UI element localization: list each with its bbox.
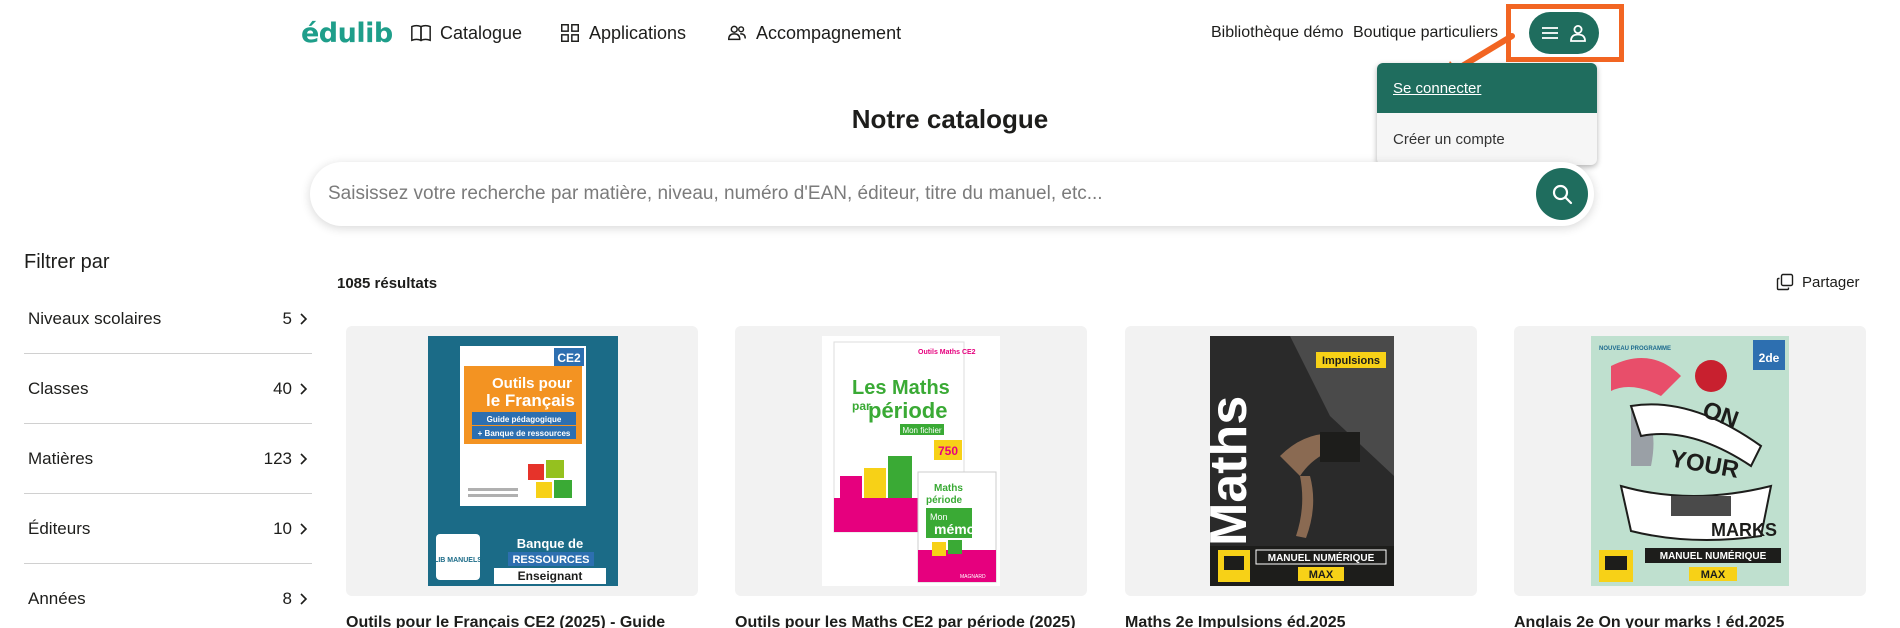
- product-title[interactable]: Outils pour le Français CE2 (2025) - Gui…: [346, 614, 665, 628]
- product-card[interactable]: NOUVEAU PROGRAMME 2de ON YOUR MARKS MANU…: [1514, 326, 1866, 596]
- cover-title-3: période: [868, 398, 947, 423]
- search-input[interactable]: [328, 172, 1508, 216]
- cover-sub: Mon fichier: [902, 426, 941, 435]
- filter-title: Filtrer par: [24, 251, 110, 273]
- edulib-logo[interactable]: édulib: [301, 18, 393, 49]
- cover-art: Outils Maths CE2 Les Maths par période M…: [822, 336, 1000, 586]
- cover-brand: Impulsions: [1322, 355, 1380, 367]
- filter-count: 8: [282, 589, 292, 608]
- cover-title-1: Outils pour: [492, 375, 572, 392]
- nav-catalogue[interactable]: Catalogue: [410, 22, 522, 44]
- users-icon: [728, 25, 746, 41]
- cover-bottom-3: Enseignant: [518, 569, 583, 583]
- filter-label: Classes: [28, 378, 89, 398]
- filter-niveaux-scolaires[interactable]: Niveaux scolaires 5: [24, 284, 312, 354]
- results-count: 1085 résultats: [337, 275, 438, 292]
- chevron-right-icon: [300, 382, 308, 395]
- cover-sub-2: + Banque de ressources: [478, 429, 571, 438]
- filter-count: 40: [273, 378, 292, 398]
- apps-grid-icon: [561, 24, 579, 42]
- share-button[interactable]: Partager: [1776, 273, 1860, 291]
- book-icon: [411, 24, 431, 42]
- cover-badge: 750: [938, 444, 958, 458]
- filter-annees[interactable]: Années 8: [24, 564, 312, 628]
- nav-applications-label: Applications: [589, 22, 687, 43]
- account-menu-button[interactable]: [1529, 12, 1599, 54]
- filter-editeurs[interactable]: Éditeurs 10: [24, 494, 312, 564]
- cover-art: CE2 Outils pour le Français Guide pédago…: [428, 336, 618, 586]
- cover-title-1: Les Maths: [852, 377, 950, 399]
- cover-label: MANUEL NUMÉRIQUE: [1660, 549, 1767, 562]
- cover-top: Outils Maths CE2: [918, 349, 976, 356]
- nav-accompagnement[interactable]: Accompagnement: [726, 22, 901, 44]
- user-icon: [1570, 25, 1586, 42]
- filter-label: Niveaux scolaires: [28, 308, 162, 328]
- filter-count: 10: [273, 518, 292, 538]
- book-cover-image: NOUVEAU PROGRAMME 2de ON YOUR MARKS MANU…: [1591, 336, 1789, 586]
- product-card[interactable]: Impulsions Maths MANUEL NUMÉRIQUE MAX: [1125, 326, 1477, 596]
- cover-big-title: Maths: [1210, 396, 1258, 546]
- nav-applications[interactable]: Applications: [559, 22, 686, 44]
- filter-count: 123: [263, 448, 292, 468]
- product-card[interactable]: CE2 Outils pour le Français Guide pédago…: [346, 326, 698, 596]
- cover-level: CE2: [557, 351, 581, 365]
- cover-art: NOUVEAU PROGRAMME 2de ON YOUR MARKS MANU…: [1591, 336, 1789, 586]
- chevron-right-icon: [300, 522, 308, 535]
- cover-word-3: MARKS: [1711, 520, 1777, 540]
- product-title[interactable]: Maths 2e Impulsions éd.2025: [1125, 614, 1346, 628]
- lib-manuels-badge: LIB MANUELS: [434, 557, 482, 564]
- nav-catalogue-label: Catalogue: [440, 22, 523, 43]
- cover-level: 2de: [1759, 351, 1780, 365]
- cover-art: Impulsions Maths MANUEL NUMÉRIQUE MAX: [1210, 336, 1394, 586]
- book-cover-image: Outils Maths CE2 Les Maths par période M…: [822, 336, 1000, 586]
- cover-bottom-1: Banque de: [517, 536, 583, 551]
- memo-label-2: mémo: [934, 521, 975, 537]
- search-icon: [1552, 184, 1573, 205]
- nav-accompagnement-label: Accompagnement: [756, 22, 902, 43]
- cover-label: MANUEL NUMÉRIQUE: [1268, 551, 1375, 564]
- cover-top: NOUVEAU PROGRAMME: [1599, 346, 1671, 352]
- product-card[interactable]: Outils Maths CE2 Les Maths par période M…: [735, 326, 1087, 596]
- cover-sub: MAX: [1309, 569, 1334, 581]
- filter-list: Niveaux scolaires 5 Classes 40 Matières …: [24, 284, 312, 628]
- page-title: Notre catalogue: [851, 104, 1049, 134]
- filter-matieres[interactable]: Matières 123: [24, 424, 312, 494]
- search-bar: [310, 162, 1594, 226]
- cover-sub: MAX: [1701, 569, 1726, 581]
- cover-sub-1: Guide pédagogique: [487, 415, 562, 424]
- memo-publisher: MAGNARD: [960, 574, 986, 580]
- filter-label: Éditeurs: [28, 518, 91, 538]
- memo-title-2: période: [926, 495, 963, 506]
- search-button[interactable]: [1536, 168, 1588, 220]
- hamburger-icon: [1542, 27, 1558, 39]
- chevron-right-icon: [300, 593, 308, 605]
- chevron-right-icon: [300, 312, 308, 325]
- product-title[interactable]: Outils pour les Maths CE2 par période (2…: [735, 614, 1076, 628]
- copy-icon: [1776, 273, 1794, 291]
- chevron-right-icon: [300, 452, 308, 465]
- filter-classes[interactable]: Classes 40: [24, 354, 312, 424]
- cover-title-2: le Français: [486, 391, 575, 410]
- filter-label: Matières: [28, 448, 94, 468]
- book-cover-image: Impulsions Maths MANUEL NUMÉRIQUE MAX: [1210, 336, 1394, 586]
- share-label: Partager: [1802, 273, 1860, 291]
- filter-label: Années: [28, 589, 86, 608]
- header: édulib Catalogue Applications Accompagne…: [0, 0, 1900, 68]
- memo-title-1: Maths: [934, 483, 963, 494]
- link-bibliotheque-demo[interactable]: Bibliothèque démo: [1211, 24, 1344, 42]
- cover-bottom-2: RESSOURCES: [512, 554, 589, 566]
- filter-count: 5: [282, 308, 292, 328]
- product-title[interactable]: Anglais 2e On your marks ! éd.2025: [1514, 614, 1784, 628]
- book-cover-image: CE2 Outils pour le Français Guide pédago…: [428, 336, 618, 586]
